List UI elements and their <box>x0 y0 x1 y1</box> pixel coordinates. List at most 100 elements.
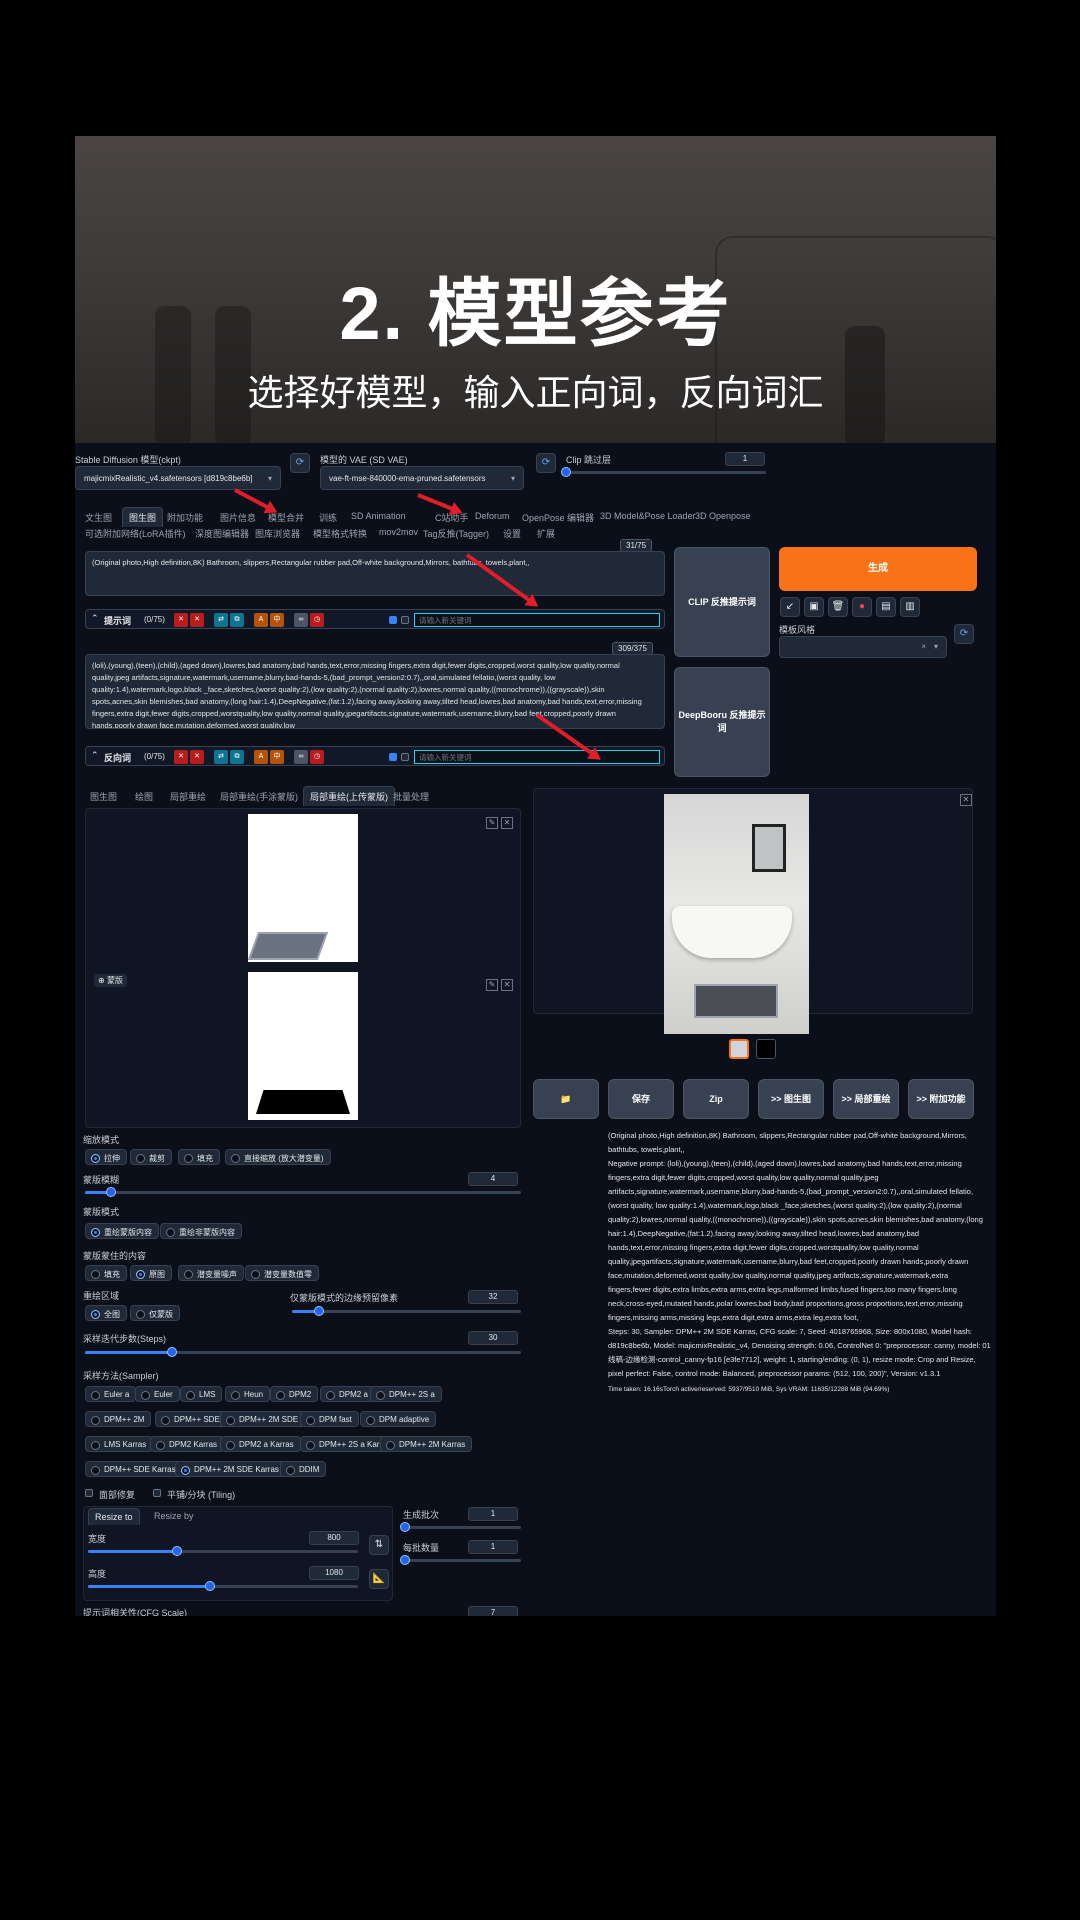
tab-3[interactable]: 图片信息 <box>220 511 256 524</box>
keyword-checkbox[interactable] <box>389 616 397 624</box>
masked-content-option[interactable]: 填充 <box>85 1265 127 1281</box>
prompt-textarea[interactable]: (Original photo,High definition,8K) Bath… <box>85 551 665 596</box>
keyword-toggle[interactable] <box>401 616 409 624</box>
output-button-2[interactable]: Zip <box>683 1079 749 1119</box>
negative-textarea[interactable]: (loli),(young),(teen),(child),(aged down… <box>85 654 665 729</box>
tab-secondary-2[interactable]: 图库浏览器 <box>255 527 300 540</box>
refresh-icon[interactable]: ⟳ <box>954 624 974 644</box>
tab-8[interactable]: Deforum <box>475 511 510 521</box>
output-button-4[interactable]: >> 局部重绘 <box>833 1079 899 1119</box>
height-value[interactable]: 1080 <box>309 1566 359 1580</box>
tab-resize-by[interactable]: Resize by <box>154 1511 194 1521</box>
en-icon[interactable]: A <box>254 613 268 627</box>
ckpt-select[interactable]: majicmixRealistic_v4.safetensors [d819c8… <box>75 466 281 490</box>
mask-blur-value[interactable]: 4 <box>468 1172 518 1186</box>
tab-secondary-6[interactable]: 设置 <box>503 527 521 540</box>
sampler-option[interactable]: DPM++ 2M SDE <box>220 1411 306 1427</box>
sampler-option[interactable]: DPM adaptive <box>360 1411 437 1427</box>
trash-icon[interactable]: 🗑 <box>828 597 848 617</box>
cn-icon[interactable]: 中 <box>270 613 284 627</box>
sampler-option[interactable]: DDIM <box>280 1461 327 1477</box>
tab-secondary-4[interactable]: mov2mov <box>379 527 418 537</box>
refresh-icon[interactable]: ⟳ <box>536 453 556 473</box>
clip-interrogate-button[interactable]: CLIP 反推提示词 <box>674 547 770 657</box>
sampler-option[interactable]: DPM2 <box>270 1386 319 1402</box>
output-button-3[interactable]: >> 图生图 <box>758 1079 824 1119</box>
record-icon[interactable]: ● <box>852 597 872 617</box>
masked-content-option[interactable]: 原图 <box>130 1265 172 1281</box>
delete-icon[interactable]: ✕ <box>174 750 188 764</box>
batch-size-thumb[interactable] <box>400 1555 410 1565</box>
deepbooru-interrogate-button[interactable]: DeepBooru 反推提示词 <box>674 667 770 777</box>
img-tab-2[interactable]: 局部重绘 <box>170 790 206 803</box>
padding-thumb[interactable] <box>314 1306 325 1316</box>
arrow-icon[interactable]: ↙ <box>780 597 800 617</box>
resize-mode-option[interactable]: 拉伸 <box>85 1149 127 1165</box>
swap-icon[interactable]: ⇅ <box>369 1535 389 1555</box>
keyword-checkbox[interactable] <box>389 753 397 761</box>
tab-1[interactable]: 图生图 <box>122 507 164 527</box>
padding-value[interactable]: 32 <box>468 1290 518 1304</box>
tab-secondary-3[interactable]: 模型格式转换 <box>313 527 367 540</box>
sampler-option[interactable]: DPM++ SDE Karras <box>85 1461 183 1477</box>
batch-size-value[interactable]: 1 <box>468 1540 518 1554</box>
history-icon[interactable]: ◷ <box>310 750 324 764</box>
restore-faces-checkbox[interactable] <box>85 1489 93 1497</box>
masked-content-option[interactable]: 潜变量数值零 <box>245 1265 319 1281</box>
link-icon[interactable]: ∞ <box>294 613 308 627</box>
sampler-option[interactable]: LMS <box>180 1386 223 1402</box>
steps-value[interactable]: 30 <box>468 1331 518 1345</box>
mask-mode-option[interactable]: 重绘非蒙版内容 <box>160 1223 242 1239</box>
cn-icon[interactable]: 中 <box>270 750 284 764</box>
close-icon[interactable]: ✕ <box>501 817 513 829</box>
clip-slider[interactable] <box>561 467 766 477</box>
inpaint-area-option[interactable]: 全图 <box>85 1305 127 1321</box>
thumbnail-image[interactable] <box>729 1039 749 1059</box>
generate-button[interactable]: 生成 <box>779 547 977 591</box>
mask-blur-slider[interactable] <box>85 1187 521 1197</box>
trash-icon[interactable]: ✕ <box>190 613 204 627</box>
resize-mode-option[interactable]: 填充 <box>178 1149 220 1165</box>
height-slider[interactable] <box>88 1581 358 1591</box>
thumbnail-mask[interactable] <box>756 1039 776 1059</box>
tab-9[interactable]: OpenPose 编辑器 <box>522 511 594 524</box>
tab-11[interactable]: 3D Openpose <box>695 511 751 521</box>
mask-blur-thumb[interactable] <box>106 1187 117 1197</box>
tab-2[interactable]: 附加功能 <box>167 511 203 524</box>
clip-slider-thumb[interactable] <box>561 467 571 477</box>
collapse-icon[interactable]: ⌃ <box>91 750 99 761</box>
keyword-input[interactable] <box>414 613 660 627</box>
sampler-option[interactable]: Euler <box>135 1386 180 1402</box>
ruler-icon[interactable]: 📐 <box>369 1569 389 1589</box>
batch-count-value[interactable]: 1 <box>468 1507 518 1521</box>
delete-icon[interactable]: ✕ <box>174 613 188 627</box>
steps-slider[interactable] <box>85 1347 521 1357</box>
clear-icon[interactable]: × <box>921 642 926 651</box>
sampler-option[interactable]: Heun <box>225 1386 271 1402</box>
refresh-icon[interactable]: ⟳ <box>290 453 310 473</box>
sampler-option[interactable]: DPM2 a Karras <box>220 1436 301 1452</box>
collapse-icon[interactable]: ⌃ <box>91 613 99 624</box>
width-slider[interactable] <box>88 1546 358 1556</box>
mask-image[interactable] <box>248 972 358 1120</box>
link-icon[interactable]: ∞ <box>294 750 308 764</box>
padding-slider[interactable] <box>292 1306 521 1316</box>
sampler-option[interactable]: DPM++ 2M <box>85 1411 152 1427</box>
save-style-icon[interactable]: ▣ <box>804 597 824 617</box>
history-icon[interactable]: ◷ <box>310 613 324 627</box>
sampler-option[interactable]: DPM++ 2M SDE Karras <box>175 1461 286 1477</box>
output-button-1[interactable]: 保存 <box>608 1079 674 1119</box>
tab-secondary-0[interactable]: 可选附加网络(LoRA插件) <box>85 527 186 540</box>
style-select[interactable]: × ▾ <box>779 636 947 658</box>
img-tab-3[interactable]: 局部重绘(手涂蒙版) <box>220 790 298 803</box>
tab-secondary-1[interactable]: 深度图编辑器 <box>195 527 249 540</box>
img-tab-5[interactable]: 批量处理 <box>393 790 429 803</box>
translate-icon[interactable]: ⇄ <box>214 613 228 627</box>
sampler-option[interactable]: DPM++ 2M Karras <box>380 1436 473 1452</box>
img-tab-0[interactable]: 图生图 <box>90 790 117 803</box>
width-value[interactable]: 800 <box>309 1531 359 1545</box>
img-tab-4[interactable]: 局部重绘(上传蒙版) <box>303 786 395 806</box>
tab-5[interactable]: 训练 <box>319 511 337 524</box>
resize-mode-option[interactable]: 裁剪 <box>130 1149 172 1165</box>
translate-icon[interactable]: ⇄ <box>214 750 228 764</box>
